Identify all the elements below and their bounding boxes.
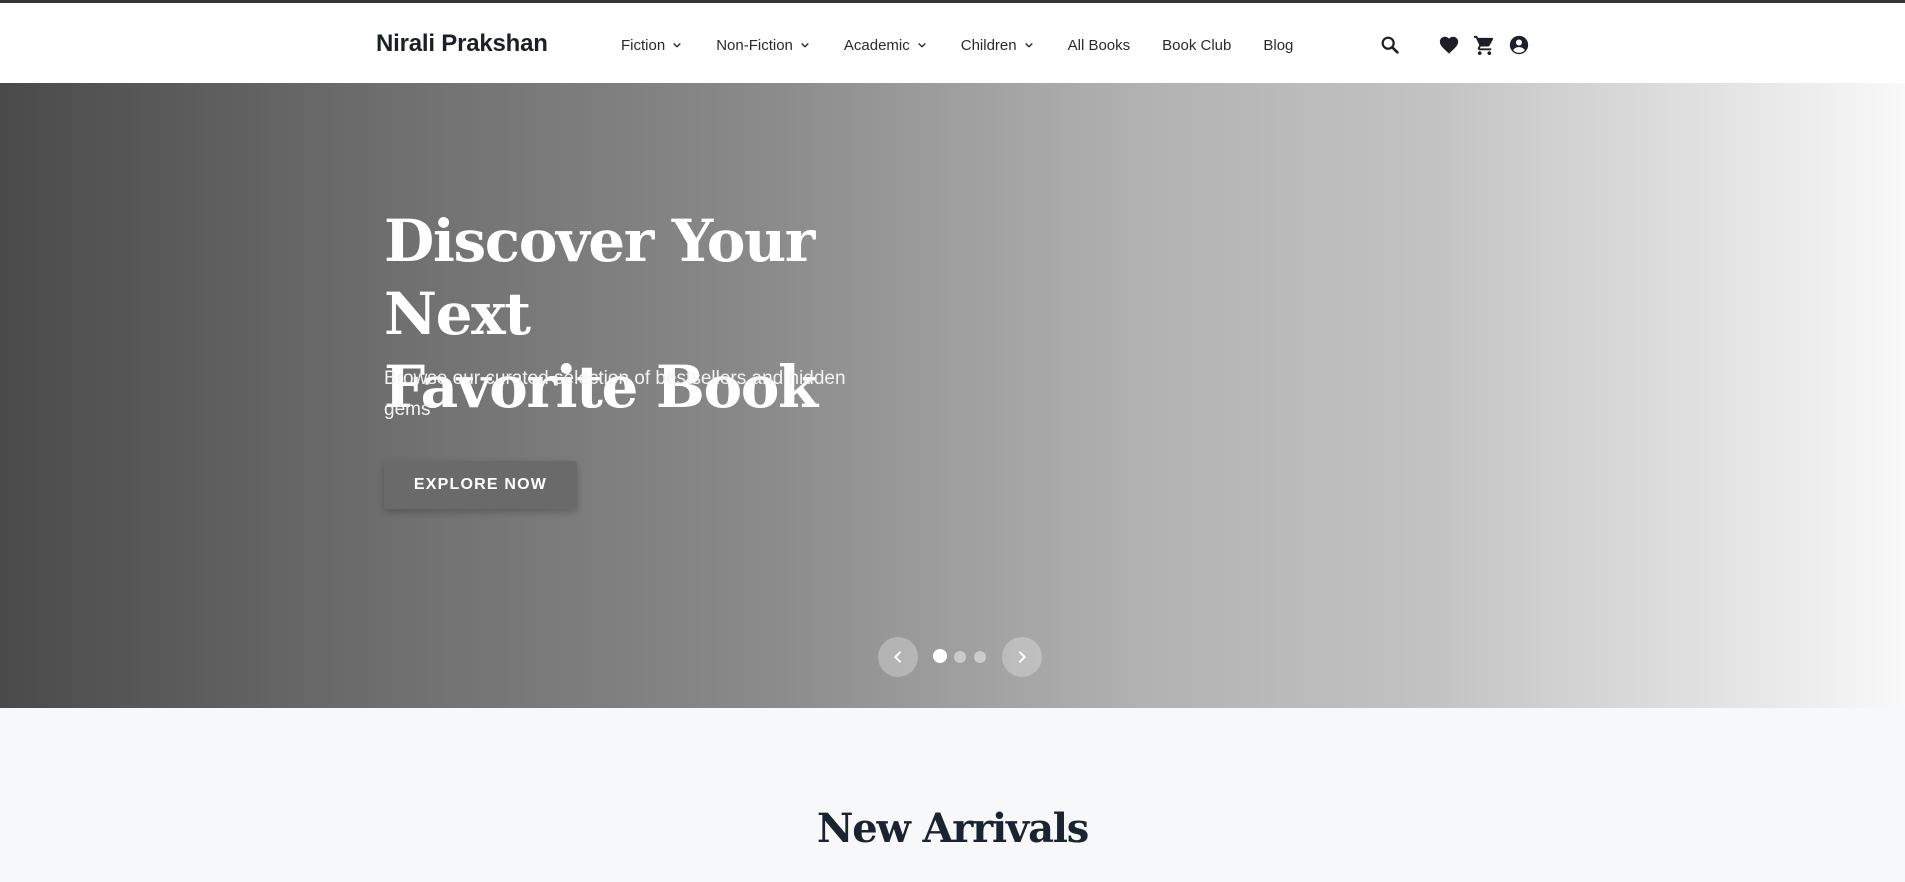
nav-item-fiction[interactable]: Fiction bbox=[621, 37, 684, 54]
brand-logo[interactable]: Nirali Prakshan bbox=[376, 30, 548, 58]
nav-item-label: Blog bbox=[1263, 36, 1294, 54]
cart-button[interactable] bbox=[1472, 33, 1496, 57]
nav-item-label: All Books bbox=[1067, 36, 1131, 54]
hero-subtitle: Browse our curated selection of bestsell… bbox=[384, 368, 846, 420]
nav-item-non-fiction[interactable]: Non-Fiction bbox=[716, 37, 812, 54]
search-button[interactable] bbox=[1378, 33, 1402, 57]
search-icon bbox=[1381, 36, 1399, 54]
nav-item-academic[interactable]: Academic bbox=[844, 37, 929, 54]
new-arrivals-heading: New Arrivals bbox=[816, 805, 1089, 852]
heart-icon bbox=[1439, 36, 1459, 54]
nav-item-label: Book Club bbox=[1162, 36, 1232, 54]
nav-item-label: Non-Fiction bbox=[716, 36, 793, 54]
cart-icon bbox=[1473, 35, 1493, 55]
hero-carousel: Discover Your Next Favorite Book Browse … bbox=[0, 83, 1905, 708]
nav-item-blog[interactable]: Blog bbox=[1263, 37, 1293, 54]
carousel-prev-button[interactable] bbox=[878, 637, 918, 677]
nav-item-book-club[interactable]: Book Club bbox=[1162, 37, 1231, 54]
chevron-down-icon bbox=[918, 43, 926, 48]
main-nav: Fiction Non-Fiction Academic Children Al… bbox=[621, 34, 1293, 56]
site-header: Nirali Prakshan Fiction Non-Fiction Acad… bbox=[0, 0, 1905, 83]
carousel-next-button[interactable] bbox=[1002, 637, 1042, 677]
chevron-down-icon bbox=[673, 43, 681, 48]
nav-item-label: Children bbox=[960, 36, 1017, 54]
account-icon bbox=[1509, 35, 1529, 55]
nav-item-children[interactable]: Children bbox=[961, 37, 1036, 54]
nav-item-all-books[interactable]: All Books bbox=[1068, 37, 1131, 54]
chevron-right-icon bbox=[1019, 651, 1026, 663]
chevron-left-icon bbox=[894, 651, 901, 663]
explore-now-button[interactable]: EXPLORE NOW bbox=[384, 461, 577, 509]
nav-item-label: Fiction bbox=[621, 36, 666, 54]
chevron-down-icon bbox=[801, 43, 809, 48]
carousel-dot[interactable] bbox=[954, 651, 966, 663]
hero-title-line: Discover Your Next bbox=[384, 207, 815, 348]
nav-item-label: Academic bbox=[843, 36, 910, 54]
wishlist-button[interactable] bbox=[1437, 33, 1461, 57]
account-button[interactable] bbox=[1507, 33, 1531, 57]
chevron-down-icon bbox=[1025, 43, 1033, 48]
carousel-dot[interactable] bbox=[974, 651, 986, 663]
carousel-dot-active[interactable] bbox=[933, 649, 947, 663]
